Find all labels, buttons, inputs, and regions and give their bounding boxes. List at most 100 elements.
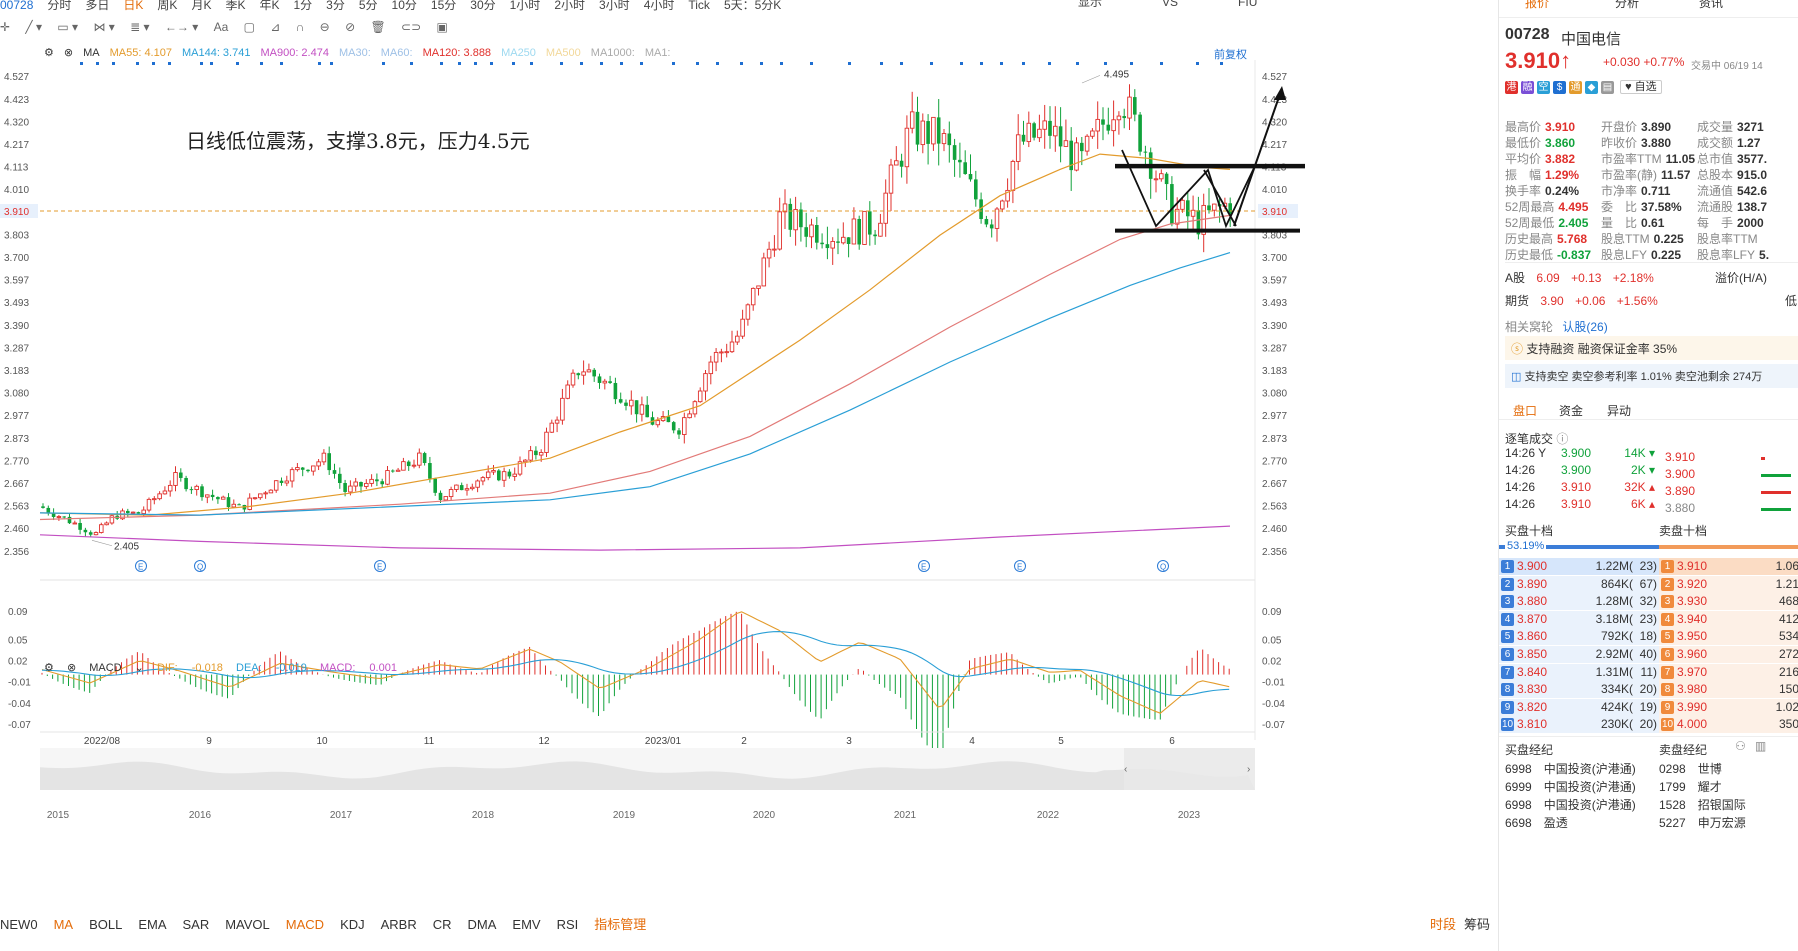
period-tab-8[interactable]: 3分 — [326, 0, 345, 11]
event-dot[interactable] — [1130, 62, 1133, 65]
shape-tool-icon[interactable]: ▭ ▾ — [57, 20, 78, 34]
chevron-down-icon[interactable]: ⌄ — [135, 661, 144, 674]
ma-legend-item[interactable]: MA900: 2.474 — [260, 47, 329, 59]
event-dot[interactable] — [580, 62, 583, 65]
event-dot[interactable] — [672, 62, 675, 65]
ma-legend-item[interactable]: MA1: — [645, 47, 671, 59]
view-option-2[interactable]: FIU — [1238, 0, 1257, 8]
event-dot[interactable] — [980, 62, 983, 65]
crosshair-icon[interactable]: ✛ — [0, 20, 10, 34]
grid-icon[interactable]: ▥ — [1755, 739, 1766, 753]
period-tab-1[interactable]: 多日 — [85, 0, 109, 11]
event-dot[interactable] — [112, 62, 115, 65]
ruler-icon[interactable]: ⊿ — [270, 20, 280, 34]
tab-news[interactable]: 资讯 — [1699, 0, 1723, 11]
period-tab-17[interactable]: Tick — [688, 0, 710, 11]
event-dot[interactable] — [900, 62, 903, 65]
settings-icon[interactable]: ⚙ — [44, 661, 54, 674]
ma-legend-item[interactable]: MA55: 4.107 — [110, 47, 172, 59]
settings-icon[interactable]: ⚙ — [44, 46, 54, 59]
lock-icon[interactable]: ⊖ — [320, 20, 330, 34]
event-dot[interactable] — [1104, 62, 1107, 65]
indicator-tab-12[interactable]: RSI — [557, 917, 579, 932]
magnet-icon[interactable]: ∩ — [296, 20, 305, 34]
ma-legend-item[interactable]: MA — [83, 47, 100, 59]
fork-tool-icon[interactable]: ⋈ ▾ — [93, 20, 114, 34]
event-dot[interactable] — [280, 62, 283, 65]
period-tab-3[interactable]: 周K — [157, 0, 177, 11]
period-tab-11[interactable]: 15分 — [431, 0, 456, 11]
event-dot[interactable] — [382, 62, 385, 65]
line-tool-icon[interactable]: ╱ ▾ — [25, 20, 42, 34]
buy-broker-row[interactable]: 6698 盈透 — [1505, 814, 1568, 831]
event-dot[interactable] — [512, 62, 515, 65]
sell-broker-row[interactable]: 5227 申万宏源 — [1659, 814, 1746, 831]
overview-handle-right-icon[interactable]: › — [1247, 764, 1250, 775]
event-dot[interactable] — [1220, 62, 1223, 65]
period-tab-4[interactable]: 月K — [191, 0, 211, 11]
sell-broker-row[interactable]: 1528 招银国际 — [1659, 796, 1746, 813]
ma-legend-item[interactable]: MA120: 3.888 — [423, 47, 492, 59]
fib-tool-icon[interactable]: ≣ ▾ — [130, 20, 149, 34]
event-dot[interactable] — [168, 62, 171, 65]
period-tab-12[interactable]: 30分 — [470, 0, 495, 11]
user-icon[interactable]: ⚇ — [1735, 739, 1746, 753]
event-dot[interactable] — [530, 62, 533, 65]
buy-broker-row[interactable]: 6999 中国投资(沪港通) — [1505, 778, 1636, 795]
tab-anomaly[interactable]: 异动 — [1607, 402, 1631, 419]
ma-legend-item[interactable]: MA500 — [546, 47, 581, 59]
indicator-tab-10[interactable]: DMA — [468, 917, 497, 932]
event-dot[interactable] — [236, 62, 239, 65]
delete-icon[interactable]: 🗑 — [370, 20, 385, 34]
period-tab-15[interactable]: 3小时 — [599, 0, 630, 11]
tab-orderbook[interactable]: 盘口 — [1513, 402, 1537, 419]
hide-icon[interactable]: ⊘ — [345, 20, 355, 34]
indicator-tab-7[interactable]: KDJ — [340, 917, 365, 932]
annotation-text[interactable]: 日线低位震荡，支撑3.8元，压力4.5元 — [186, 129, 530, 153]
ma-legend-item[interactable]: MA144: 3.741 — [182, 47, 251, 59]
ma-legend-item[interactable]: MA60: — [381, 47, 413, 59]
event-dot[interactable] — [1160, 62, 1163, 65]
a-share-row[interactable]: A股 6.09 +0.13 +2.18% 溢价(H/A) — [1505, 262, 1798, 286]
event-dot[interactable] — [620, 62, 623, 65]
sell-broker-row[interactable]: 1799 耀才 — [1659, 778, 1722, 795]
ma-legend-item[interactable]: MA250 — [501, 47, 536, 59]
period-tab-5[interactable]: 季K — [225, 0, 245, 11]
event-dot[interactable] — [80, 62, 83, 65]
event-dot[interactable] — [848, 62, 851, 65]
indicator-tab-2[interactable]: BOLL — [89, 917, 122, 932]
ma-legend-item[interactable]: MA1000: — [591, 47, 635, 59]
event-dot[interactable] — [1000, 62, 1003, 65]
event-dot[interactable] — [200, 62, 203, 65]
overview-handle-left-icon[interactable]: ‹ — [1124, 764, 1127, 775]
period-tab-2[interactable]: 日K — [123, 0, 143, 11]
indicator-tab-6[interactable]: MACD — [286, 917, 324, 932]
indicator-tab-0[interactable]: NEW0 — [0, 917, 38, 932]
overview-window[interactable] — [1124, 748, 1255, 790]
period-tab-16[interactable]: 4小时 — [644, 0, 675, 11]
period-tab-6[interactable]: 年K — [259, 0, 279, 11]
event-dot[interactable] — [1048, 62, 1051, 65]
indicator-tab-9[interactable]: CR — [433, 917, 452, 932]
indicator-tab-4[interactable]: SAR — [182, 917, 209, 932]
event-dot[interactable] — [330, 62, 333, 65]
period-tab-0[interactable]: 分时 — [47, 0, 71, 11]
warrants-link[interactable]: 认股(26) — [1562, 320, 1607, 334]
view-option-1[interactable]: VS — [1162, 0, 1178, 8]
tab-capital[interactable]: 资金 — [1559, 402, 1583, 419]
period-tab-18[interactable]: 5天：5分K — [724, 0, 781, 11]
period-tab-10[interactable]: 10分 — [392, 0, 417, 11]
event-dot[interactable] — [210, 62, 213, 65]
buy-broker-row[interactable]: 6998 中国投资(沪港通) — [1505, 796, 1636, 813]
ma-legend-item[interactable]: MA30: — [339, 47, 371, 59]
kline-chart[interactable]: 4.527 4.5274.423 4.4234.320 4.3204.217 4.217… — [0, 60, 1498, 912]
period-tab-13[interactable]: 1小时 — [510, 0, 541, 11]
event-dot[interactable] — [1196, 62, 1199, 65]
buy-broker-row[interactable]: 6998 中国投资(沪港通) — [1505, 760, 1636, 777]
event-dot[interactable] — [410, 62, 413, 65]
view-option-0[interactable]: 显示 — [1078, 0, 1102, 8]
text-tool-icon[interactable]: Aa — [214, 20, 229, 34]
indicator-tab-1[interactable]: MA — [54, 917, 74, 932]
sell-broker-row[interactable]: 0298 世博 — [1659, 760, 1722, 777]
event-dot[interactable] — [260, 62, 263, 65]
